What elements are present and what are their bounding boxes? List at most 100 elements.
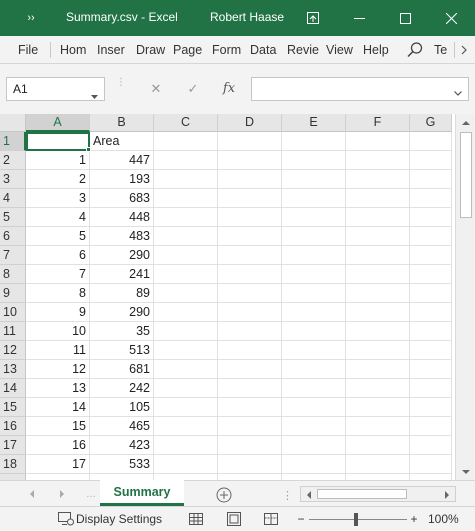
row-header[interactable]: 14 (0, 379, 26, 398)
cell[interactable] (346, 246, 410, 265)
cell-area[interactable]: 241 (90, 265, 154, 284)
previous-sheet-icon[interactable] (26, 488, 38, 500)
tab-draw[interactable]: Draw (136, 36, 167, 64)
cell-index[interactable]: 10 (26, 322, 90, 341)
cancel-icon[interactable]: ✕ (148, 81, 164, 97)
cell[interactable] (154, 455, 218, 474)
cell-area[interactable]: 513 (90, 341, 154, 360)
cell-area[interactable]: 89 (90, 284, 154, 303)
cell[interactable] (154, 170, 218, 189)
cell[interactable] (218, 455, 282, 474)
cell[interactable] (218, 246, 282, 265)
cell[interactable] (282, 398, 346, 417)
normal-view-icon[interactable] (188, 511, 204, 527)
horizontal-scroll-thumb[interactable] (317, 489, 407, 499)
tab-help[interactable]: Help (363, 36, 393, 64)
cell[interactable] (218, 227, 282, 246)
formula-input[interactable] (251, 77, 469, 101)
cell[interactable] (346, 227, 410, 246)
cell-area[interactable]: 447 (90, 151, 154, 170)
cell[interactable] (282, 284, 346, 303)
tab-review[interactable]: Revie (287, 36, 319, 64)
cell[interactable] (410, 246, 452, 265)
cell-area[interactable]: 290 (90, 303, 154, 322)
cell[interactable] (410, 455, 452, 474)
cell-area[interactable]: 533 (90, 455, 154, 474)
cell[interactable] (282, 265, 346, 284)
cell[interactable] (154, 265, 218, 284)
cell[interactable] (218, 322, 282, 341)
column-header-f[interactable]: F (346, 114, 410, 132)
cell[interactable] (154, 132, 218, 151)
row-header[interactable]: 1 (0, 132, 26, 151)
vertical-scroll-thumb[interactable] (460, 132, 472, 218)
cell[interactable] (282, 417, 346, 436)
cell[interactable] (410, 341, 452, 360)
cell[interactable] (282, 189, 346, 208)
cell-index[interactable]: 2 (26, 170, 90, 189)
cell-index[interactable]: 4 (26, 208, 90, 227)
cell[interactable] (154, 417, 218, 436)
ribbon-display-options-icon[interactable] (290, 0, 336, 36)
cell[interactable] (218, 379, 282, 398)
cell[interactable] (282, 303, 346, 322)
cell[interactable] (154, 208, 218, 227)
cell[interactable] (410, 189, 452, 208)
tab-file[interactable]: File (18, 36, 42, 64)
cell[interactable] (410, 208, 452, 227)
zoom-slider-thumb[interactable] (354, 513, 358, 526)
cell[interactable] (154, 189, 218, 208)
cell[interactable] (346, 132, 410, 151)
tab-insert[interactable]: Inser (97, 36, 128, 64)
sheet-nav-dots[interactable]: … (86, 489, 96, 500)
selected-cell-a1[interactable] (26, 132, 90, 151)
cell[interactable] (282, 170, 346, 189)
row-header[interactable]: 4 (0, 189, 26, 208)
close-icon[interactable] (428, 0, 474, 36)
column-header-a[interactable]: A (26, 114, 90, 132)
cell[interactable] (346, 265, 410, 284)
cell[interactable] (282, 379, 346, 398)
cell-index[interactable]: 1 (26, 151, 90, 170)
vertical-scrollbar[interactable] (455, 114, 475, 480)
cell-index[interactable]: 6 (26, 246, 90, 265)
cell[interactable] (410, 132, 452, 151)
minimize-icon[interactable] (336, 0, 382, 36)
name-box[interactable]: A1 (6, 77, 105, 101)
cell-area[interactable]: 683 (90, 189, 154, 208)
cell-index[interactable]: 7 (26, 265, 90, 284)
cell[interactable] (218, 436, 282, 455)
cell[interactable] (346, 379, 410, 398)
cell[interactable] (218, 189, 282, 208)
row-header[interactable]: 16 (0, 417, 26, 436)
cell[interactable] (218, 151, 282, 170)
tab-page-layout[interactable]: Page (173, 36, 204, 64)
cell-index[interactable]: 5 (26, 227, 90, 246)
cell[interactable] (282, 360, 346, 379)
ribbon-expand-icon[interactable] (459, 44, 469, 56)
expand-formula-icon[interactable] (454, 86, 462, 96)
scroll-right-icon[interactable] (442, 489, 452, 499)
horizontal-scrollbar[interactable] (300, 486, 456, 502)
zoom-level[interactable]: 100% (428, 510, 459, 529)
zoom-out-button[interactable]: − (296, 510, 306, 529)
add-sheet-icon[interactable] (216, 487, 232, 503)
next-sheet-icon[interactable] (56, 488, 68, 500)
tab-split-handle[interactable]: ⋮ (282, 489, 294, 502)
cell[interactable] (218, 303, 282, 322)
cell[interactable] (218, 265, 282, 284)
cell[interactable] (346, 322, 410, 341)
cell[interactable] (346, 170, 410, 189)
row-header[interactable]: 13 (0, 360, 26, 379)
cell[interactable] (154, 341, 218, 360)
cell[interactable] (410, 417, 452, 436)
column-header-g[interactable]: G (410, 114, 452, 132)
row-header[interactable]: 2 (0, 151, 26, 170)
cell[interactable] (346, 398, 410, 417)
maximize-icon[interactable] (382, 0, 428, 36)
tab-view[interactable]: View (326, 36, 356, 64)
cell-area[interactable]: 242 (90, 379, 154, 398)
cell-area[interactable]: 483 (90, 227, 154, 246)
page-break-preview-icon[interactable] (263, 511, 279, 527)
column-header-c[interactable]: C (154, 114, 218, 132)
